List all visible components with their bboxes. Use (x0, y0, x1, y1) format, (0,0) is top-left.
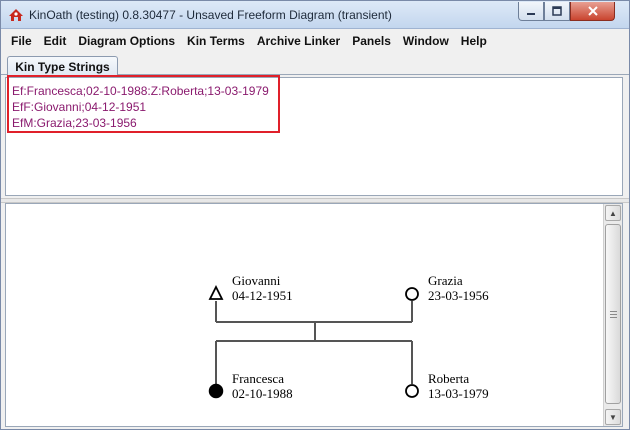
male-triangle-icon (208, 284, 224, 300)
person-date: 13-03-1979 (428, 386, 489, 401)
person-name: Roberta (428, 371, 469, 386)
arrow-down-icon: ▼ (609, 412, 617, 422)
kinoath-app-icon (9, 9, 23, 21)
menu-archive-linker[interactable]: Archive Linker (251, 30, 346, 52)
grip-icon (610, 311, 617, 318)
menu-window[interactable]: Window (397, 30, 455, 52)
tab-strip: Kin Type Strings (1, 53, 629, 76)
female-filled-circle-icon (208, 383, 224, 399)
diagram-vertical-scrollbar[interactable]: ▲ ▼ (603, 204, 622, 426)
maximize-button[interactable] (544, 2, 570, 21)
kin-string-line-1[interactable]: Ef:Francesca;02-10-1988:Z:Roberta;13-03-… (12, 84, 269, 98)
menu-edit[interactable]: Edit (38, 30, 73, 52)
diagram-panel: Giovanni 04-12-1951 Grazia 23-03-1956 Fr… (5, 203, 623, 427)
minimize-button[interactable] (518, 2, 544, 21)
person-francesca[interactable]: Francesca 02-10-1988 (208, 371, 293, 401)
menu-bar: File Edit Diagram Options Kin Terms Arch… (1, 30, 629, 52)
kinship-diagram[interactable]: Giovanni 04-12-1951 Grazia 23-03-1956 Fr… (6, 204, 604, 426)
minimize-icon (527, 13, 535, 15)
person-date: 23-03-1956 (428, 288, 489, 303)
scroll-up-button[interactable]: ▲ (605, 205, 621, 221)
maximize-icon (552, 6, 562, 16)
female-circle-icon (405, 287, 419, 301)
kin-type-strings-editor[interactable]: Ef:Francesca;02-10-1988:Z:Roberta;13-03-… (5, 75, 623, 196)
person-name: Francesca (232, 371, 284, 386)
person-name: Giovanni (232, 273, 281, 288)
tab-kin-type-strings[interactable]: Kin Type Strings (7, 56, 118, 76)
scrollbar-thumb[interactable] (605, 224, 621, 404)
person-name: Grazia (428, 273, 463, 288)
close-button[interactable] (570, 2, 615, 21)
menu-diagram-options[interactable]: Diagram Options (72, 30, 181, 52)
scroll-down-button[interactable]: ▼ (605, 409, 621, 425)
person-date: 02-10-1988 (232, 386, 293, 401)
person-giovanni[interactable]: Giovanni 04-12-1951 (208, 273, 293, 303)
app-window: KinOath (testing) 0.8.30477 - Unsaved Fr… (0, 0, 630, 430)
female-circle-icon (405, 384, 419, 398)
menu-panels[interactable]: Panels (346, 30, 397, 52)
close-icon (587, 6, 598, 16)
title-bar[interactable]: KinOath (testing) 0.8.30477 - Unsaved Fr… (1, 1, 629, 29)
menu-file[interactable]: File (5, 30, 38, 52)
person-date: 04-12-1951 (232, 288, 293, 303)
arrow-up-icon: ▲ (609, 208, 617, 218)
menu-help[interactable]: Help (455, 30, 493, 52)
menu-kin-terms[interactable]: Kin Terms (181, 30, 251, 52)
person-roberta[interactable]: Roberta 13-03-1979 (405, 371, 489, 401)
person-grazia[interactable]: Grazia 23-03-1956 (405, 273, 489, 303)
window-title: KinOath (testing) 0.8.30477 - Unsaved Fr… (29, 8, 392, 22)
kin-string-line-3[interactable]: EfM:Grazia;23-03-1956 (12, 116, 137, 130)
kin-string-line-2[interactable]: EfF:Giovanni;04-12-1951 (12, 100, 146, 114)
